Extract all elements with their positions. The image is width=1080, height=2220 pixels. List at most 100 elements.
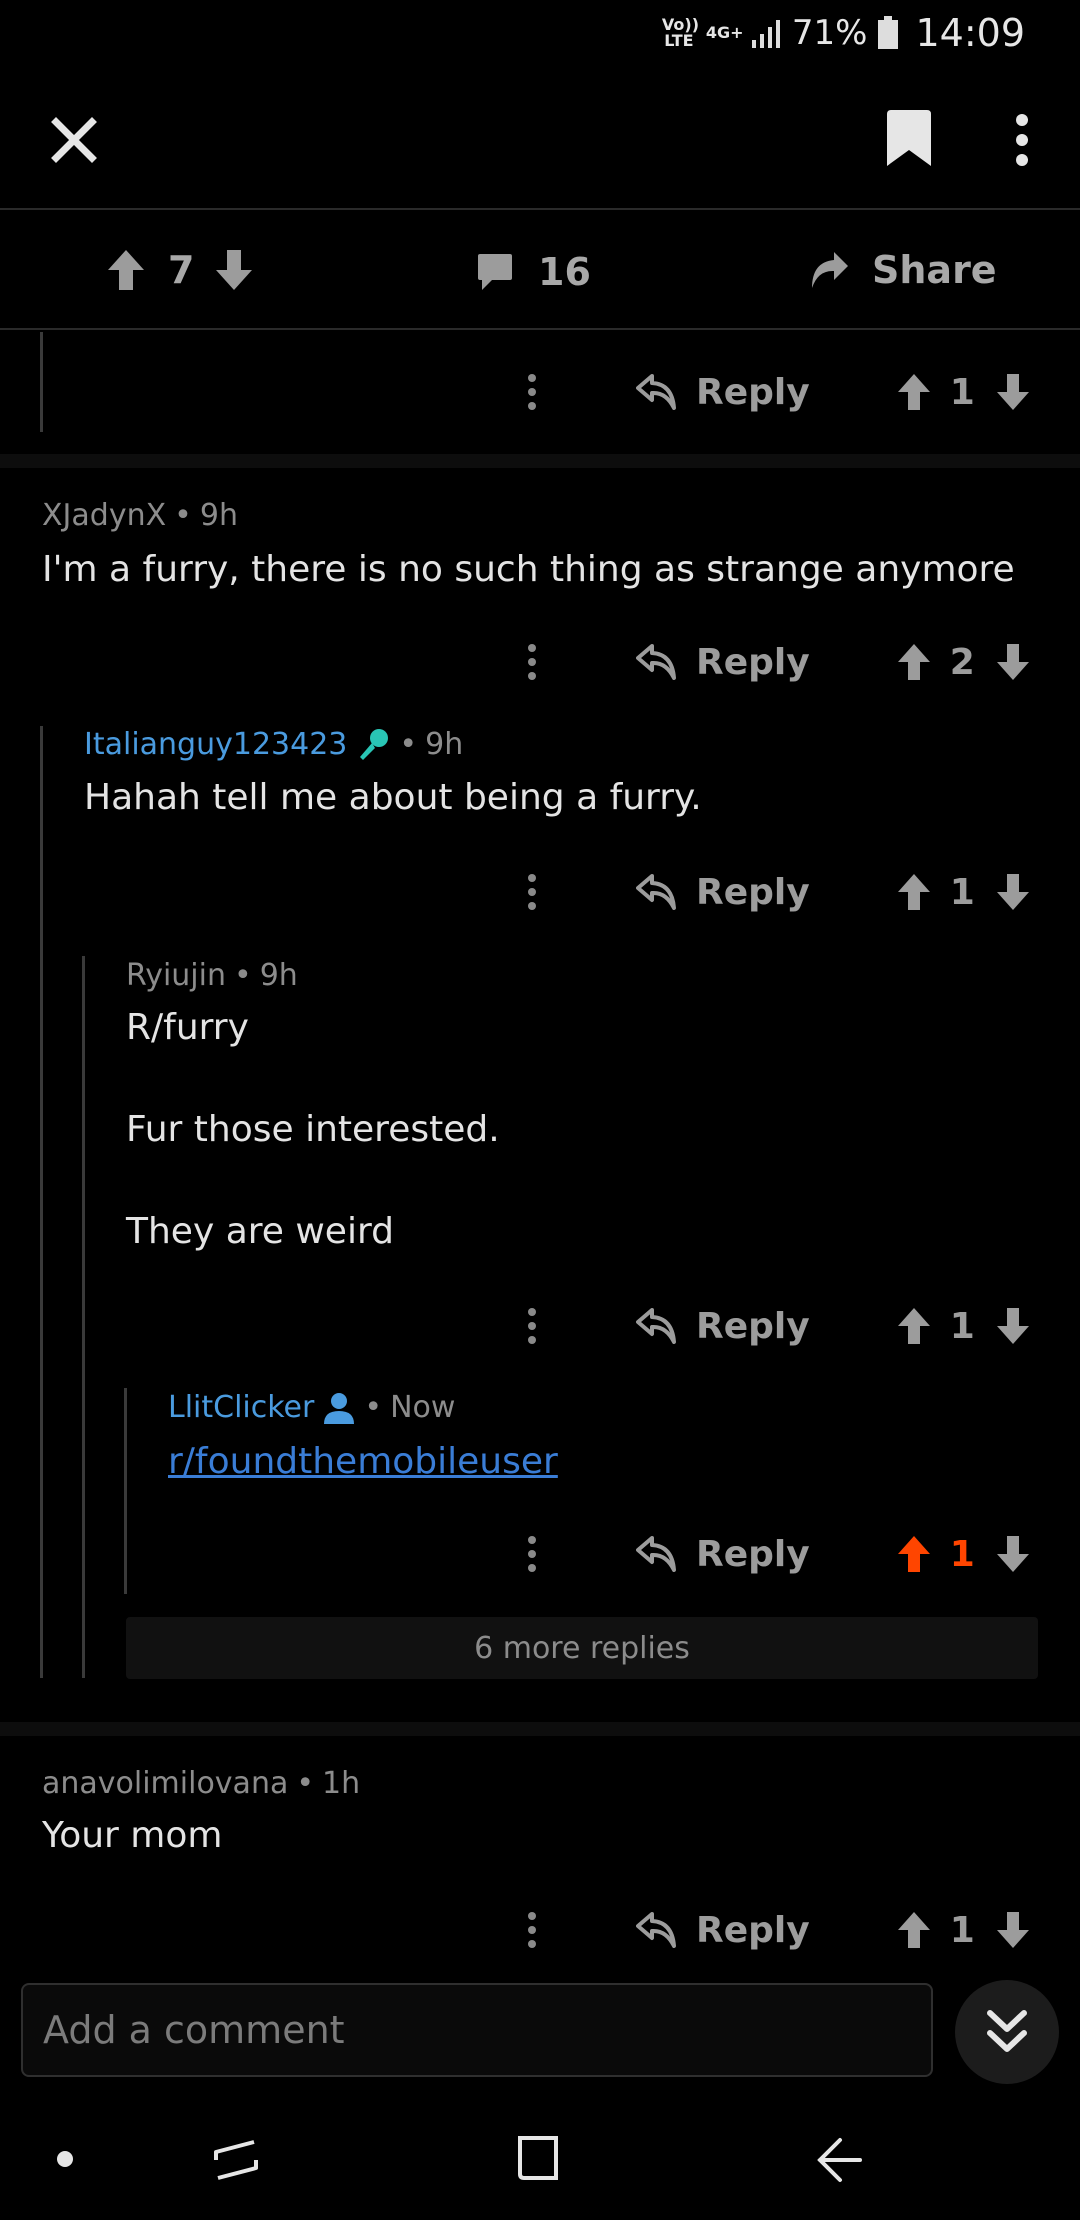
- comment-meta: XJadynX • 9h: [42, 498, 238, 533]
- meta-dot: •: [234, 958, 252, 993]
- reply-label: Reply: [696, 371, 810, 413]
- reply-button[interactable]: Reply: [636, 642, 810, 683]
- back-arrow-icon: [817, 2138, 862, 2182]
- jump-next-button[interactable]: [955, 1980, 1059, 2084]
- more-vertical-icon: [528, 1912, 536, 1948]
- comments-count-button[interactable]: 16: [476, 250, 591, 294]
- comment-author[interactable]: Ryiujin: [126, 958, 226, 993]
- reply-button[interactable]: Reply: [636, 872, 810, 913]
- comment-actions: Reply 1: [526, 362, 1031, 422]
- comment-actions: Reply 1: [526, 1524, 1031, 1584]
- comment-actions: Reply 1: [526, 1296, 1031, 1356]
- comment-more-button[interactable]: [526, 642, 556, 682]
- comment-actions: Reply 1: [526, 862, 1031, 922]
- downvote-button[interactable]: [995, 642, 1031, 682]
- save-button[interactable]: [884, 108, 934, 168]
- downvote-button[interactable]: [995, 1534, 1031, 1574]
- reply-button[interactable]: Reply: [636, 1910, 810, 1951]
- comment-age: 9h: [259, 958, 298, 993]
- share-arrow-icon: [812, 252, 848, 288]
- more-vertical-icon: [528, 644, 536, 680]
- post-downvote-button[interactable]: [214, 248, 254, 292]
- more-replies-button[interactable]: 6 more replies: [126, 1617, 1038, 1679]
- downvote-icon: [996, 1536, 1029, 1572]
- comment-separator: [0, 454, 1080, 468]
- comment-body-line: They are weird: [126, 1211, 394, 1252]
- signal-icon: [751, 20, 780, 48]
- upvote-button[interactable]: [896, 872, 932, 912]
- comment-body-line: R/furry: [126, 1007, 249, 1048]
- comment-meta: anavolimilovana • 1h: [42, 1766, 360, 1801]
- reply-icon: [636, 374, 676, 410]
- upvote-icon: [897, 644, 930, 680]
- comment-author[interactable]: LlitClicker: [168, 1390, 314, 1425]
- user-icon: [324, 1392, 355, 1424]
- battery-icon: [878, 16, 899, 49]
- downvote-button[interactable]: [995, 1306, 1031, 1346]
- upvote-icon: [897, 874, 930, 910]
- comment-more-button[interactable]: [526, 1306, 556, 1346]
- downvote-icon: [996, 1912, 1029, 1948]
- comment-body: I'm a furry, there is no such thing as s…: [42, 549, 1015, 590]
- upvote-button[interactable]: [896, 372, 932, 412]
- reply-button[interactable]: Reply: [636, 1534, 810, 1575]
- close-button[interactable]: [44, 110, 104, 170]
- thread-line: [82, 956, 85, 1678]
- reply-label: Reply: [696, 1909, 810, 1951]
- comment-author[interactable]: anavolimilovana: [42, 1766, 288, 1801]
- post-score: 7: [168, 248, 195, 292]
- upvote-icon: [897, 374, 930, 410]
- thread-line: [40, 726, 43, 1678]
- comment-age: 9h: [425, 726, 464, 762]
- comment-meta: Ryiujin • 9h: [126, 958, 298, 993]
- thread-line: [124, 1388, 127, 1594]
- share-button[interactable]: Share: [808, 248, 997, 292]
- downvote-button[interactable]: [995, 372, 1031, 412]
- nav-home-button[interactable]: [514, 2134, 562, 2182]
- comment-body: Hahah tell me about being a furry.: [84, 777, 702, 818]
- microphone-icon: [360, 729, 389, 760]
- upvote-button[interactable]: [896, 1306, 932, 1346]
- nav-recents-button[interactable]: [212, 2136, 260, 2184]
- subreddit-link[interactable]: r/foundthemobileuser: [168, 1440, 558, 1484]
- comment-more-button[interactable]: [526, 1910, 556, 1950]
- meta-dot: •: [399, 726, 418, 762]
- comment-input[interactable]: Add a comment: [21, 1983, 933, 2077]
- battery-percent: 71%: [791, 13, 868, 53]
- reply-icon: [636, 874, 676, 910]
- more-options-button[interactable]: [1002, 110, 1042, 170]
- comment-more-button[interactable]: [526, 372, 556, 412]
- thread-line: [40, 332, 43, 432]
- post-upvote-button[interactable]: [106, 248, 146, 292]
- meta-dot: •: [174, 498, 192, 533]
- downvote-icon: [996, 644, 1029, 680]
- reply-button[interactable]: Reply: [636, 1306, 810, 1347]
- nav-dot-button[interactable]: [56, 2150, 74, 2168]
- volte-indicator: Vo)) LTE: [661, 15, 700, 50]
- more-vertical-icon: [528, 1308, 536, 1344]
- comment-more-button[interactable]: [526, 872, 556, 912]
- downvote-button[interactable]: [995, 872, 1031, 912]
- comment-meta: LlitClicker • Now: [168, 1390, 455, 1425]
- upvote-button[interactable]: [896, 642, 932, 682]
- comment-score: 1: [949, 371, 975, 413]
- nav-back-button[interactable]: [816, 2136, 864, 2184]
- share-label: Share: [872, 248, 997, 292]
- chevron-double-down-icon: [987, 2010, 1027, 2052]
- downvote-button[interactable]: [995, 1910, 1031, 1950]
- reply-icon: [636, 644, 676, 680]
- comment-author[interactable]: XJadynX: [42, 498, 166, 533]
- comment-body-line: Fur those interested.: [126, 1109, 500, 1150]
- upvote-icon: [108, 250, 144, 290]
- dot-icon: [57, 2151, 73, 2167]
- upvote-button[interactable]: [896, 1910, 932, 1950]
- comment-age: 1h: [322, 1766, 361, 1801]
- upvote-button-active[interactable]: [896, 1534, 932, 1574]
- reply-label: Reply: [696, 1305, 810, 1347]
- comment-age: 9h: [199, 498, 238, 533]
- comment-score: 2: [949, 641, 975, 683]
- more-vertical-icon: [1016, 114, 1028, 166]
- reply-button[interactable]: Reply: [636, 372, 810, 413]
- comment-more-button[interactable]: [526, 1534, 556, 1574]
- comment-author[interactable]: Italianguy123423: [84, 727, 347, 762]
